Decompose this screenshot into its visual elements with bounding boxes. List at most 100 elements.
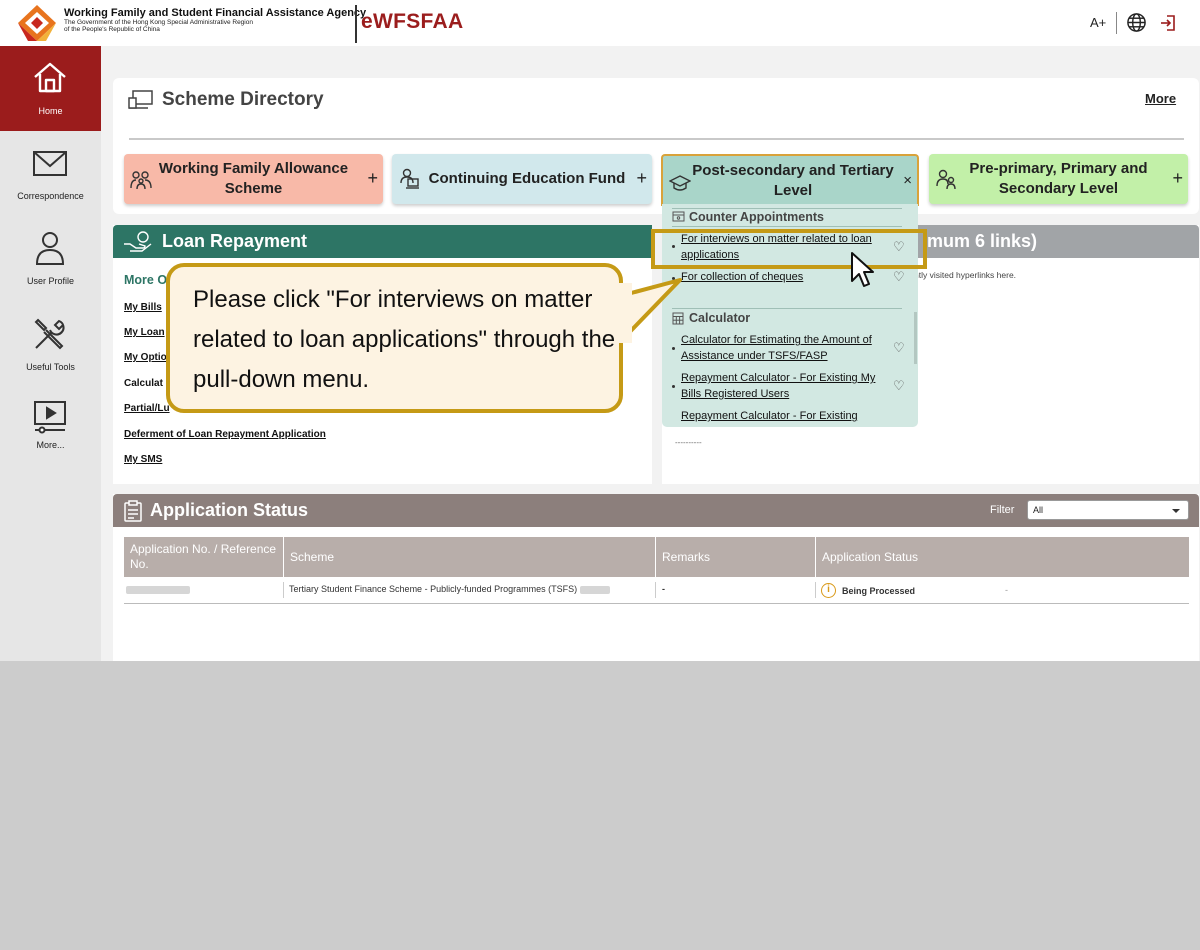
application-status-title: Application Status (150, 500, 309, 520)
mouse-cursor-icon (851, 252, 874, 287)
expand-icon: + (636, 168, 647, 188)
redacted-value (579, 585, 610, 594)
hand-money-icon (124, 231, 152, 252)
loan-link-my-sms[interactable]: My SMS (124, 454, 162, 465)
agency-subtitle-1: The Government of the Hong Kong Special … (64, 19, 253, 27)
scheme-directory-divider (129, 138, 1184, 140)
chevron-down-icon (1172, 509, 1180, 513)
dropdown-divider (672, 208, 902, 209)
cell-scheme: Tertiary Student Finance Scheme - Public… (289, 584, 610, 594)
tile-label: Post-secondary and Tertiary Level (692, 162, 894, 199)
loan-link-my-options[interactable]: My Optio (124, 352, 167, 363)
clipboard-icon (124, 500, 142, 522)
collapse-icon[interactable]: × (903, 170, 912, 192)
cell-remarks: - (662, 584, 665, 594)
sidebar-item-label: More... (36, 440, 65, 450)
cell-divider (815, 582, 816, 598)
scheme-directory-more-link[interactable]: More (1145, 91, 1176, 106)
sidebar-item-correspondence[interactable]: Correspondence (0, 131, 101, 216)
loan-repayment-title: Loan Repayment (162, 231, 308, 251)
cell-application-status: Being Processed (842, 586, 916, 596)
cell-application-no (126, 584, 190, 594)
sidebar-item-label: Correspondence (17, 191, 84, 201)
agency-logo-icon (18, 5, 56, 41)
user-icon (35, 232, 65, 265)
agency-subtitle-2: of the People's Republic of China (64, 26, 160, 34)
cell-extra: - (1005, 585, 1008, 595)
tile-working-family-allowance[interactable]: Working Family Allowance Scheme + (124, 154, 383, 204)
row-divider (124, 603, 1189, 604)
expand-icon: + (367, 168, 378, 188)
loan-link-deferment[interactable]: Deferment of Loan Repayment Application (124, 429, 326, 440)
dropdown-section-calculator: Calculator (689, 311, 751, 325)
tutorial-highlight-box (651, 229, 927, 269)
tile-post-secondary-tertiary[interactable]: Post-secondary and Tertiary Level × (661, 154, 919, 206)
favorite-heart-icon[interactable]: ♡ (893, 378, 905, 394)
sidebar-item-user-profile[interactable]: User Profile (0, 216, 101, 301)
bullet (672, 385, 675, 388)
link-repayment-calculator-existing[interactable]: Repayment Calculator - For Existing (681, 408, 886, 424)
column-header-remarks: Remarks (656, 537, 815, 577)
app-header: Working Family and Student Financial Ass… (0, 0, 1200, 46)
family-icon (130, 171, 152, 190)
brand-title: eWFSFAA (361, 10, 464, 33)
info-icon: i (821, 583, 836, 598)
sidebar-item-useful-tools[interactable]: Useful Tools (0, 301, 101, 386)
globe-icon[interactable] (1126, 12, 1147, 33)
quick-links-placeholder: ---------- (675, 438, 702, 447)
scheme-directory-title: Scheme Directory (162, 89, 324, 110)
filter-select[interactable]: All (1027, 500, 1189, 520)
sidebar-item-label: Home (38, 106, 63, 116)
tutorial-callout-text: Please click "For interviews on matter r… (193, 286, 616, 393)
loan-repayment-header: Loan Repayment (113, 225, 652, 258)
appointment-icon (672, 211, 685, 222)
agency-name-block: Working Family and Student Financial Ass… (64, 7, 366, 33)
redacted-value (126, 585, 190, 594)
column-header-scheme: Scheme (284, 537, 655, 577)
quick-links-title: imum 6 links) (922, 231, 1038, 251)
video-icon (34, 401, 66, 434)
tile-continuing-education-fund[interactable]: Continuing Education Fund + (392, 154, 652, 204)
link-estimating-assistance-calculator[interactable]: Calculator for Estimating the Amount of … (681, 332, 886, 364)
tile-label: Continuing Education Fund (428, 170, 626, 187)
column-header-application-status: Application Status (816, 537, 1189, 577)
favorite-heart-icon[interactable]: ♡ (893, 269, 905, 285)
expand-icon: + (1172, 168, 1183, 188)
font-size-button[interactable]: A+ (1090, 15, 1106, 30)
link-repayment-calculator-mybills[interactable]: Repayment Calculator - For Existing My B… (681, 370, 886, 402)
directory-icon (128, 90, 153, 109)
dropdown-divider (672, 226, 902, 227)
envelope-icon (33, 151, 67, 176)
filter-label: Filter (990, 504, 1015, 516)
sidebar-item-label: User Profile (26, 276, 74, 286)
header-separator (1116, 12, 1117, 34)
loan-link-calculator[interactable]: Calculat (124, 378, 163, 389)
dropdown-scrollbar[interactable] (914, 312, 917, 364)
loan-link-my-loan[interactable]: My Loan (124, 327, 165, 338)
favorite-heart-icon[interactable]: ♡ (893, 340, 905, 356)
students-icon (936, 169, 956, 190)
column-header-application-no: Application No. / Reference No. (124, 537, 283, 577)
cell-divider (655, 582, 656, 598)
sidebar-item-home[interactable]: Home (0, 46, 101, 131)
dropdown-section-counter-appointments: Counter Appointments (689, 210, 824, 224)
sidebar-item-more[interactable]: More... (0, 386, 101, 471)
filter-value: All (1033, 505, 1044, 515)
sidebar-item-label: Useful Tools (26, 362, 75, 372)
cell-divider (283, 582, 284, 598)
more-online-services-heading: More O (124, 273, 168, 287)
tile-label: Working Family Allowance Scheme (158, 160, 349, 197)
loan-link-my-bills[interactable]: My Bills (124, 302, 162, 313)
tile-pre-primary-secondary[interactable]: Pre-primary, Primary and Secondary Level… (929, 154, 1188, 204)
graduation-cap-icon (669, 175, 691, 191)
header-divider (355, 5, 357, 43)
tools-icon (34, 318, 65, 350)
dropdown-divider (672, 308, 902, 309)
logout-icon[interactable] (1158, 13, 1178, 33)
agency-name: Working Family and Student Financial Ass… (64, 7, 367, 19)
loan-link-partial-lump-sum[interactable]: Partial/Lu (124, 403, 170, 414)
tile-label: Pre-primary, Primary and Secondary Level (969, 160, 1148, 197)
home-icon (34, 62, 66, 93)
laptop-user-icon (400, 168, 419, 189)
quick-links-hint: ntly visited hyperlinks here. (914, 270, 1017, 280)
